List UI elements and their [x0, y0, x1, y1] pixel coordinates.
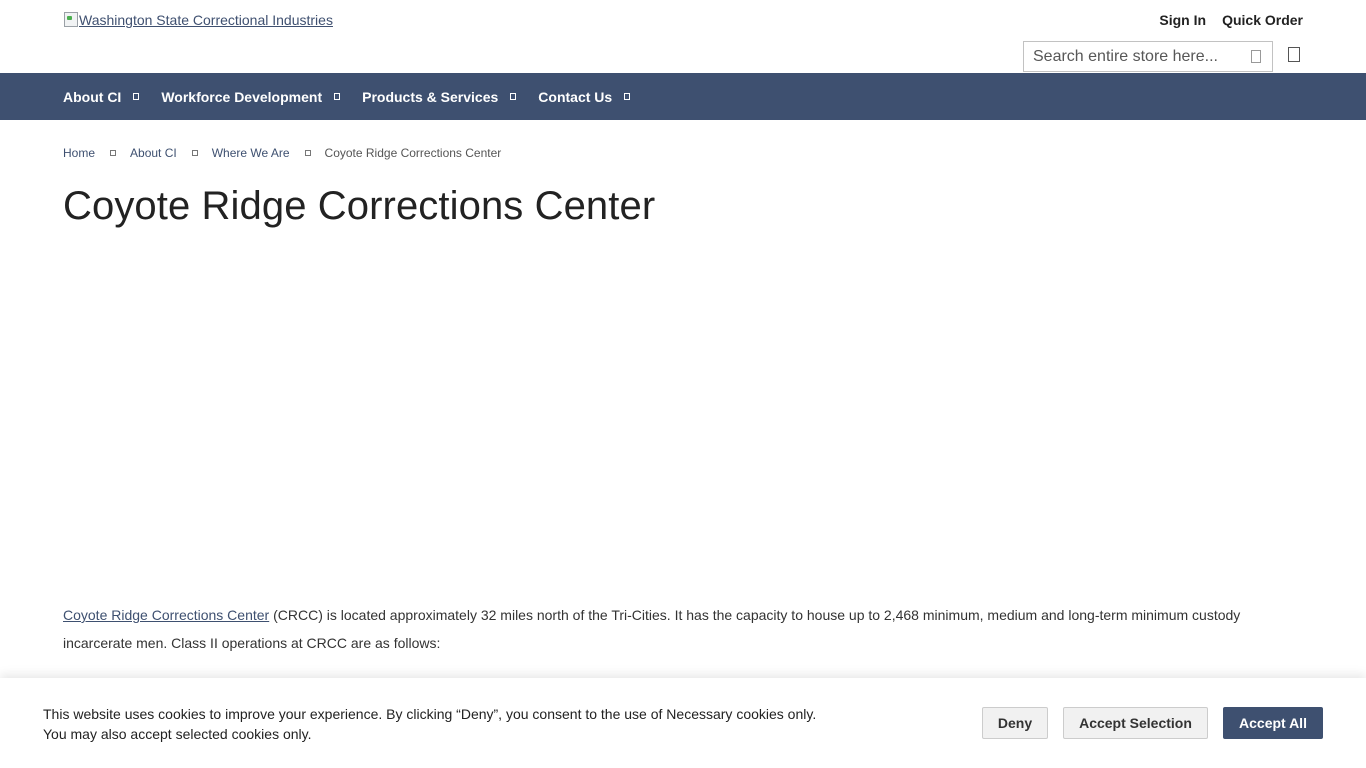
cookie-message: This website uses cookies to improve you… [43, 706, 817, 742]
breadcrumb-about-ci[interactable]: About CI [130, 146, 177, 160]
breadcrumb-current: Coyote Ridge Corrections Center [324, 146, 502, 160]
sign-in-link[interactable]: Sign In [1159, 12, 1206, 28]
nav-item-label: Contact Us [538, 88, 613, 105]
top-links: Sign In Quick Order [1159, 12, 1303, 28]
accept-selection-button[interactable]: Accept Selection [1063, 707, 1208, 739]
search-icon[interactable] [1251, 50, 1261, 63]
chevron-down-icon [510, 93, 517, 100]
search-box [1023, 41, 1273, 72]
breadcrumb: Home About CI Where We Are Coyote Ridge … [63, 146, 501, 160]
breadcrumb-where-we-are[interactable]: Where We Are [212, 146, 290, 160]
search-input[interactable] [1033, 47, 1243, 66]
nav-item-workforce-development[interactable]: Workforce Development [161, 88, 341, 105]
logo-alt-text: Washington State Correctional Industries [79, 12, 333, 28]
nav-item-label: Products & Services [362, 88, 499, 105]
nav-item-products-services[interactable]: Products & Services [362, 88, 517, 105]
facility-description: Coyote Ridge Corrections Center (CRCC) i… [63, 601, 1303, 657]
deny-button[interactable]: Deny [982, 707, 1048, 739]
broken-image-icon [63, 11, 79, 27]
quick-order-link[interactable]: Quick Order [1222, 12, 1303, 28]
cart-icon[interactable] [1288, 47, 1300, 62]
main-nav: About CI Workforce Development Products … [0, 73, 1366, 120]
cookie-banner: This website uses cookies to improve you… [0, 678, 1366, 768]
chevron-right-icon [110, 150, 117, 156]
site-header: Washington State Correctional Industries… [0, 0, 1366, 73]
chevron-down-icon [133, 93, 140, 100]
chevron-right-icon [304, 150, 311, 156]
nav-item-label: Workforce Development [161, 88, 323, 105]
page-title: Coyote Ridge Corrections Center [63, 184, 656, 228]
breadcrumb-home[interactable]: Home [63, 146, 95, 160]
nav-item-about-ci[interactable]: About CI [63, 88, 140, 105]
chevron-down-icon [334, 93, 341, 100]
facility-link[interactable]: Coyote Ridge Corrections Center [63, 607, 269, 623]
site-logo[interactable]: Washington State Correctional Industries [63, 11, 333, 29]
chevron-down-icon [624, 93, 631, 100]
chevron-right-icon [191, 150, 198, 156]
nav-item-contact-us[interactable]: Contact Us [538, 88, 631, 105]
nav-item-label: About CI [63, 88, 122, 105]
accept-all-button[interactable]: Accept All [1223, 707, 1323, 739]
